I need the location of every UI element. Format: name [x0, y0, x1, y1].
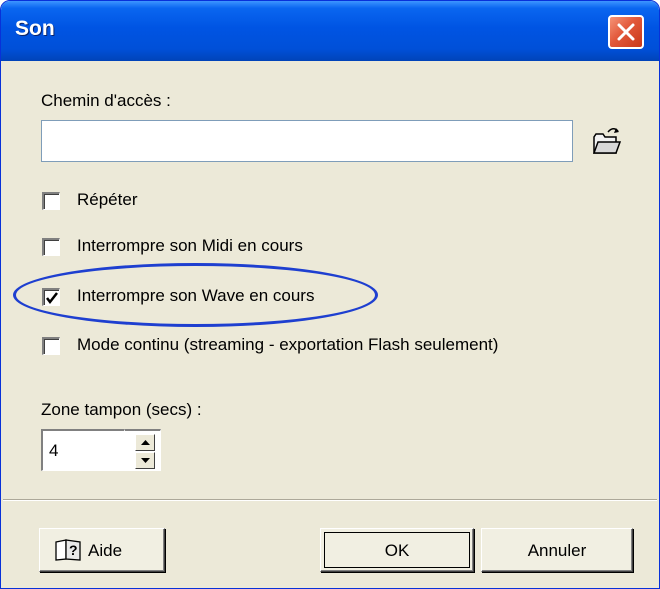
close-icon	[617, 23, 635, 41]
open-folder-icon	[592, 128, 622, 154]
cancel-label: Annuler	[527, 541, 587, 560]
path-label: Chemin d'accès :	[41, 91, 171, 110]
stop-wave-checkbox[interactable]	[42, 288, 60, 306]
help-book-icon: ?	[55, 539, 81, 561]
ok-label: OK	[384, 541, 410, 560]
arrow-up-icon	[141, 440, 150, 445]
title-bar[interactable]: Son	[1, 1, 659, 61]
sound-dialog: Son Chemin d'accès : Répéter Interrompre…	[0, 0, 660, 589]
help-button[interactable]: ? Aide	[39, 528, 165, 572]
path-input[interactable]	[41, 120, 573, 162]
spin-up-button[interactable]	[135, 434, 155, 451]
svg-text:?: ?	[69, 542, 78, 558]
buffer-input[interactable]	[41, 429, 125, 471]
stop-midi-label[interactable]: Interrompre son Midi en cours	[77, 236, 303, 256]
cancel-button[interactable]: Annuler	[481, 528, 633, 572]
separator-line	[3, 499, 657, 501]
window-title: Son	[15, 17, 55, 40]
stop-wave-label[interactable]: Interrompre son Wave en cours	[77, 286, 314, 306]
spin-down-button[interactable]	[135, 452, 155, 469]
close-button[interactable]	[608, 15, 644, 49]
ok-button[interactable]: OK	[320, 528, 474, 572]
arrow-down-icon	[141, 458, 150, 463]
streaming-checkbox[interactable]	[42, 337, 60, 355]
buffer-spinner	[125, 429, 161, 471]
buffer-label: Zone tampon (secs) :	[41, 400, 202, 419]
repeat-label[interactable]: Répéter	[77, 190, 137, 210]
streaming-label[interactable]: Mode continu (streaming - exportation Fl…	[77, 335, 498, 355]
help-label: Aide	[88, 541, 123, 560]
checkmark-icon	[46, 292, 58, 305]
browse-button[interactable]	[583, 118, 631, 164]
repeat-checkbox[interactable]	[42, 192, 60, 210]
stop-midi-checkbox[interactable]	[42, 238, 60, 256]
